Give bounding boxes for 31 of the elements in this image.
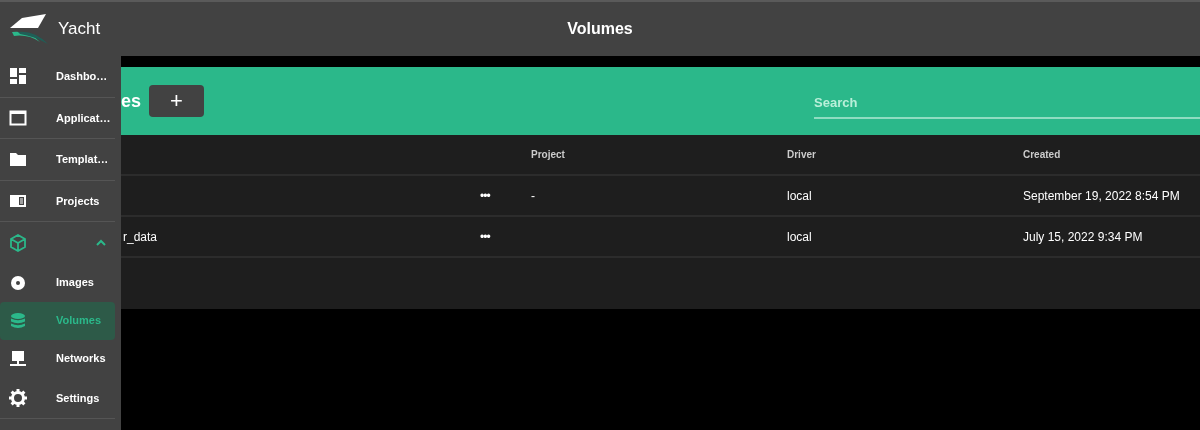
table-cell: r_data xyxy=(123,229,158,244)
sidebar-item[interactable]: Applicat… xyxy=(0,97,115,139)
cube-icon xyxy=(9,233,27,252)
page-title: Volumes xyxy=(566,19,634,39)
sidebar-item[interactable]: Images xyxy=(0,263,115,302)
column-header[interactable]: Created xyxy=(1023,149,1061,160)
column-header[interactable]: Project xyxy=(531,149,565,160)
dashboard-icon xyxy=(9,67,27,86)
sidebar-item[interactable]: Dashbo… xyxy=(0,56,115,98)
table-cell: September 19, 2022 8:54 PM xyxy=(1023,188,1180,203)
table-cell: local xyxy=(787,229,812,244)
table-cell: - xyxy=(531,188,535,203)
sidebar-item[interactable]: Networks xyxy=(0,339,115,378)
more-button[interactable]: ••• xyxy=(470,186,490,205)
gear-icon xyxy=(9,388,27,407)
sidebar-item[interactable]: Settings xyxy=(0,377,115,419)
window-icon xyxy=(9,108,27,127)
column-header[interactable]: Driver xyxy=(787,149,816,160)
folder-icon xyxy=(9,150,27,169)
disc-icon xyxy=(9,273,27,292)
table-cell: July 15, 2022 9:34 PM xyxy=(1023,229,1143,244)
card-title: es xyxy=(121,89,142,113)
sidebar-item[interactable]: Templat… xyxy=(0,139,115,181)
search-field[interactable]: Search xyxy=(814,89,1200,119)
database-icon xyxy=(9,311,27,330)
sidebar-item[interactable]: Projects xyxy=(0,180,115,222)
more-button[interactable]: ••• xyxy=(470,227,490,246)
table-cell: local xyxy=(787,188,812,203)
app-name: Yacht xyxy=(58,18,101,41)
add-button[interactable]: + xyxy=(149,85,205,117)
network-icon xyxy=(9,349,27,368)
